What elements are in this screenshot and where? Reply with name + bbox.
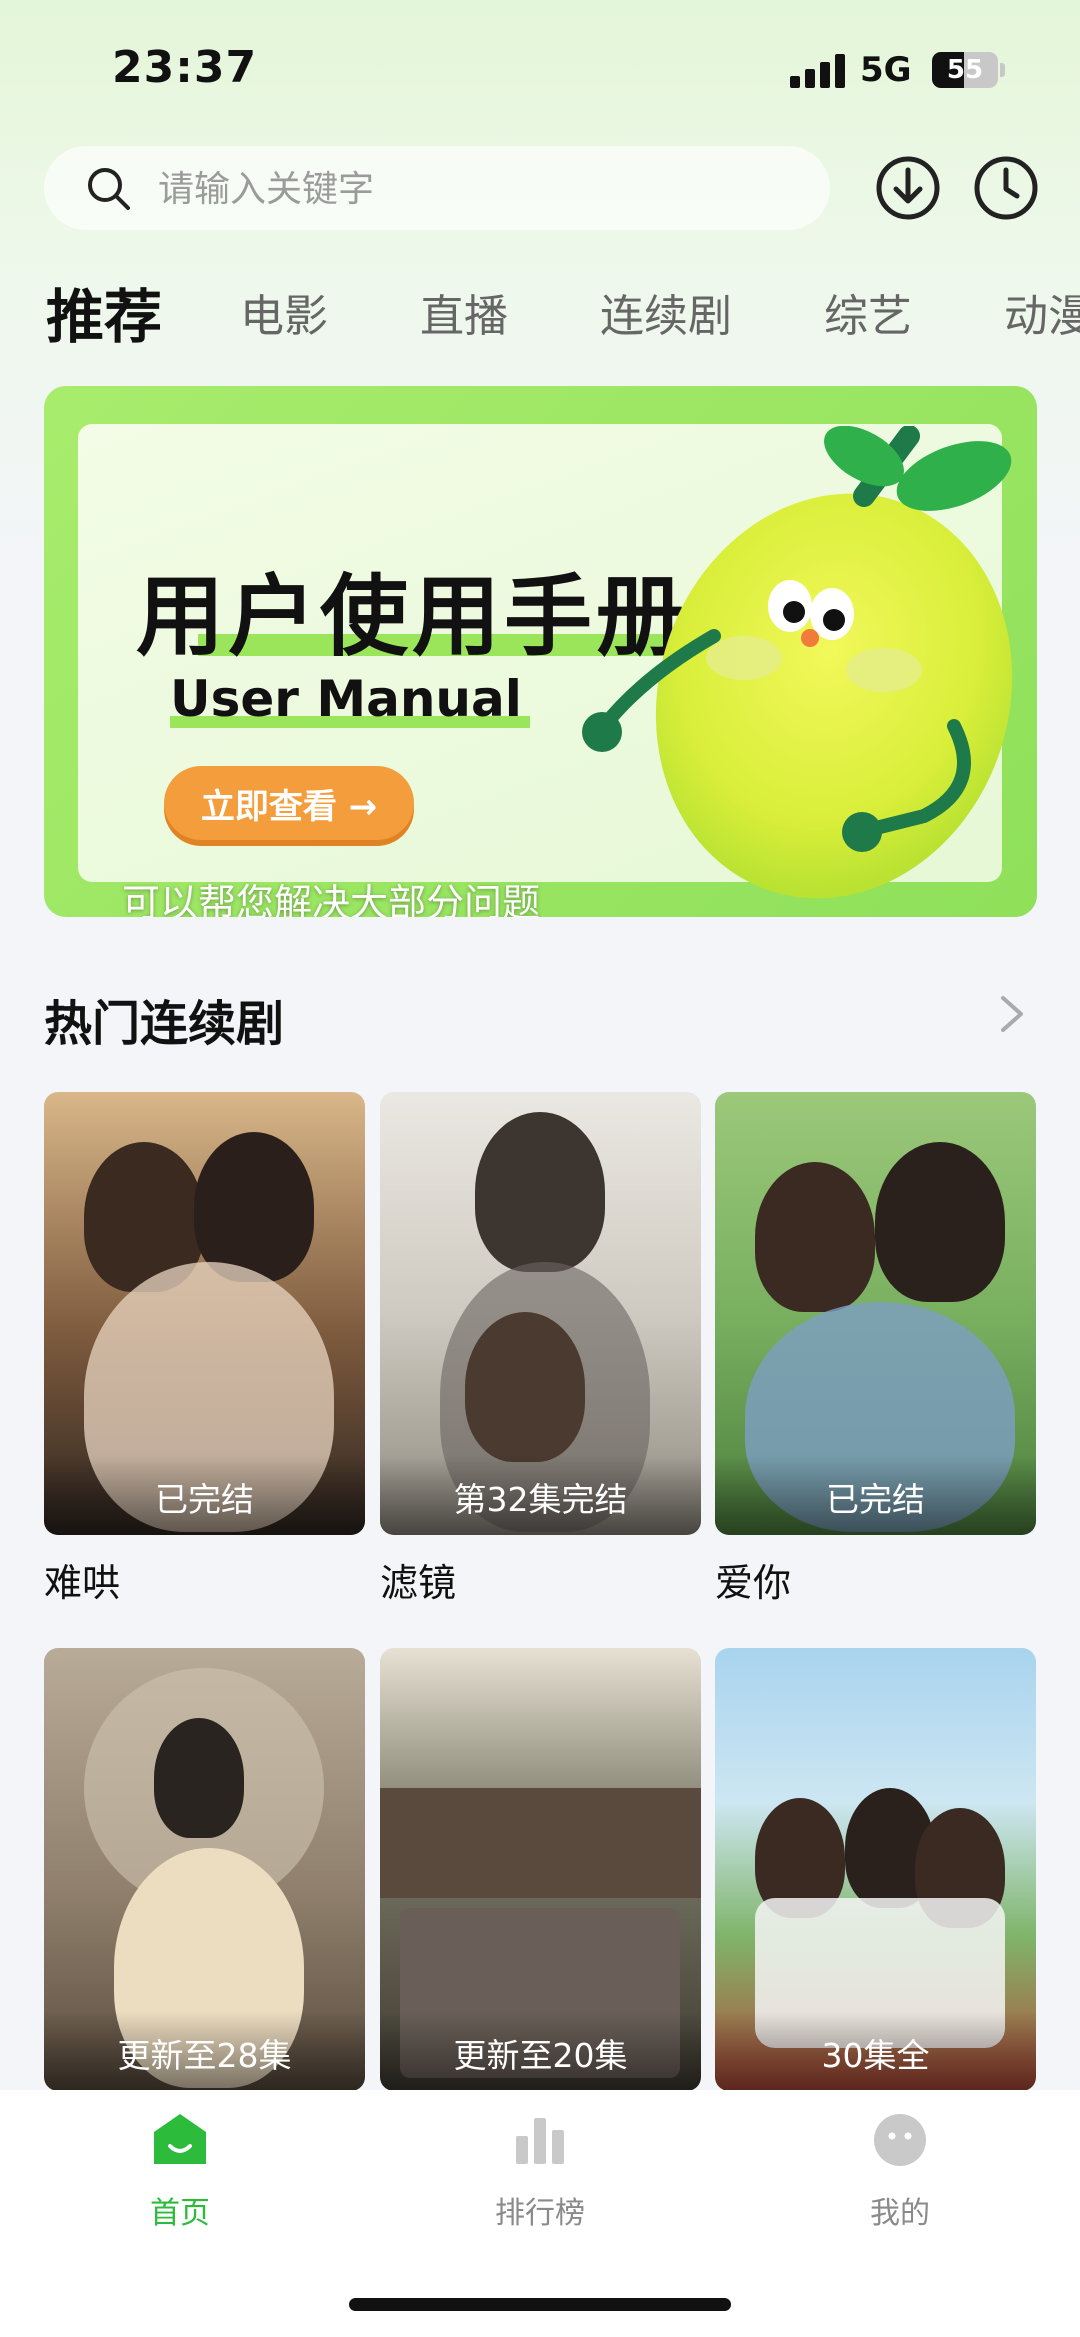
search-bar[interactable] <box>44 146 830 230</box>
battery-icon: 55 <box>932 52 998 88</box>
ranking-icon <box>516 2118 564 2164</box>
nav-home[interactable]: 首页 <box>80 2112 280 2242</box>
series-status: 更新至28集 <box>44 2011 365 2091</box>
chevron-right-icon[interactable] <box>995 990 1029 1038</box>
tab-live[interactable]: 直播 <box>420 280 508 344</box>
tab-series[interactable]: 连续剧 <box>600 280 732 344</box>
status-bar: 23:37 5G 55 <box>0 0 1080 140</box>
status-time: 23:37 <box>112 42 258 93</box>
nav-label: 首页 <box>150 2196 210 2231</box>
banner-subtitle: User Manual <box>170 670 522 728</box>
signal-icon <box>790 54 846 88</box>
tab-variety[interactable]: 综艺 <box>824 280 912 344</box>
series-poster[interactable]: 第32集完结 <box>380 1092 701 1535</box>
network-label: 5G <box>860 50 912 90</box>
view-now-button[interactable]: 立即查看 → <box>164 766 414 840</box>
nav-label: 我的 <box>870 2196 930 2231</box>
hot-series-heading: 热门连续剧 <box>44 996 285 1052</box>
category-tabs: 推荐 电影 直播 连续剧 综艺 动漫 <box>0 266 1080 352</box>
banner-caption: 可以帮您解决大部分问题 <box>122 881 541 917</box>
tab-movies[interactable]: 电影 <box>240 280 328 344</box>
series-status: 第32集完结 <box>380 1455 701 1535</box>
tab-recommend[interactable]: 推荐 <box>46 270 162 352</box>
search-icon <box>88 168 130 210</box>
series-poster[interactable]: 更新至28集 <box>44 1648 365 2091</box>
series-title[interactable]: 难哄 <box>44 1552 120 1607</box>
series-poster[interactable]: 30集全 <box>715 1648 1036 2091</box>
series-poster[interactable]: 已完结 <box>44 1092 365 1535</box>
battery-level: 55 <box>946 55 984 85</box>
series-status: 更新至20集 <box>380 2011 701 2091</box>
search-input[interactable] <box>156 156 800 222</box>
series-title[interactable]: 爱你 <box>715 1552 791 1607</box>
tab-anime[interactable]: 动漫 <box>1004 280 1080 344</box>
series-status: 已完结 <box>44 1455 365 1535</box>
user-manual-banner[interactable]: 用户使用手册 User Manual 立即查看 → 可以帮您解决大部分问题 <box>44 386 1037 917</box>
home-indicator <box>349 2298 731 2311</box>
download-icon[interactable] <box>874 154 942 222</box>
series-poster[interactable]: 更新至20集 <box>380 1648 701 2091</box>
series-status: 30集全 <box>715 2011 1036 2091</box>
series-status: 已完结 <box>715 1455 1036 1535</box>
history-icon[interactable] <box>972 154 1040 222</box>
profile-icon <box>874 2114 926 2166</box>
nav-ranking[interactable]: 排行榜 <box>440 2112 640 2242</box>
lemon-mascot-illustration <box>582 426 1013 899</box>
home-icon <box>154 2114 206 2164</box>
nav-label: 排行榜 <box>495 2196 585 2231</box>
nav-profile[interactable]: 我的 <box>800 2112 1000 2242</box>
series-title[interactable]: 滤镜 <box>380 1552 456 1607</box>
series-poster[interactable]: 已完结 <box>715 1092 1036 1535</box>
